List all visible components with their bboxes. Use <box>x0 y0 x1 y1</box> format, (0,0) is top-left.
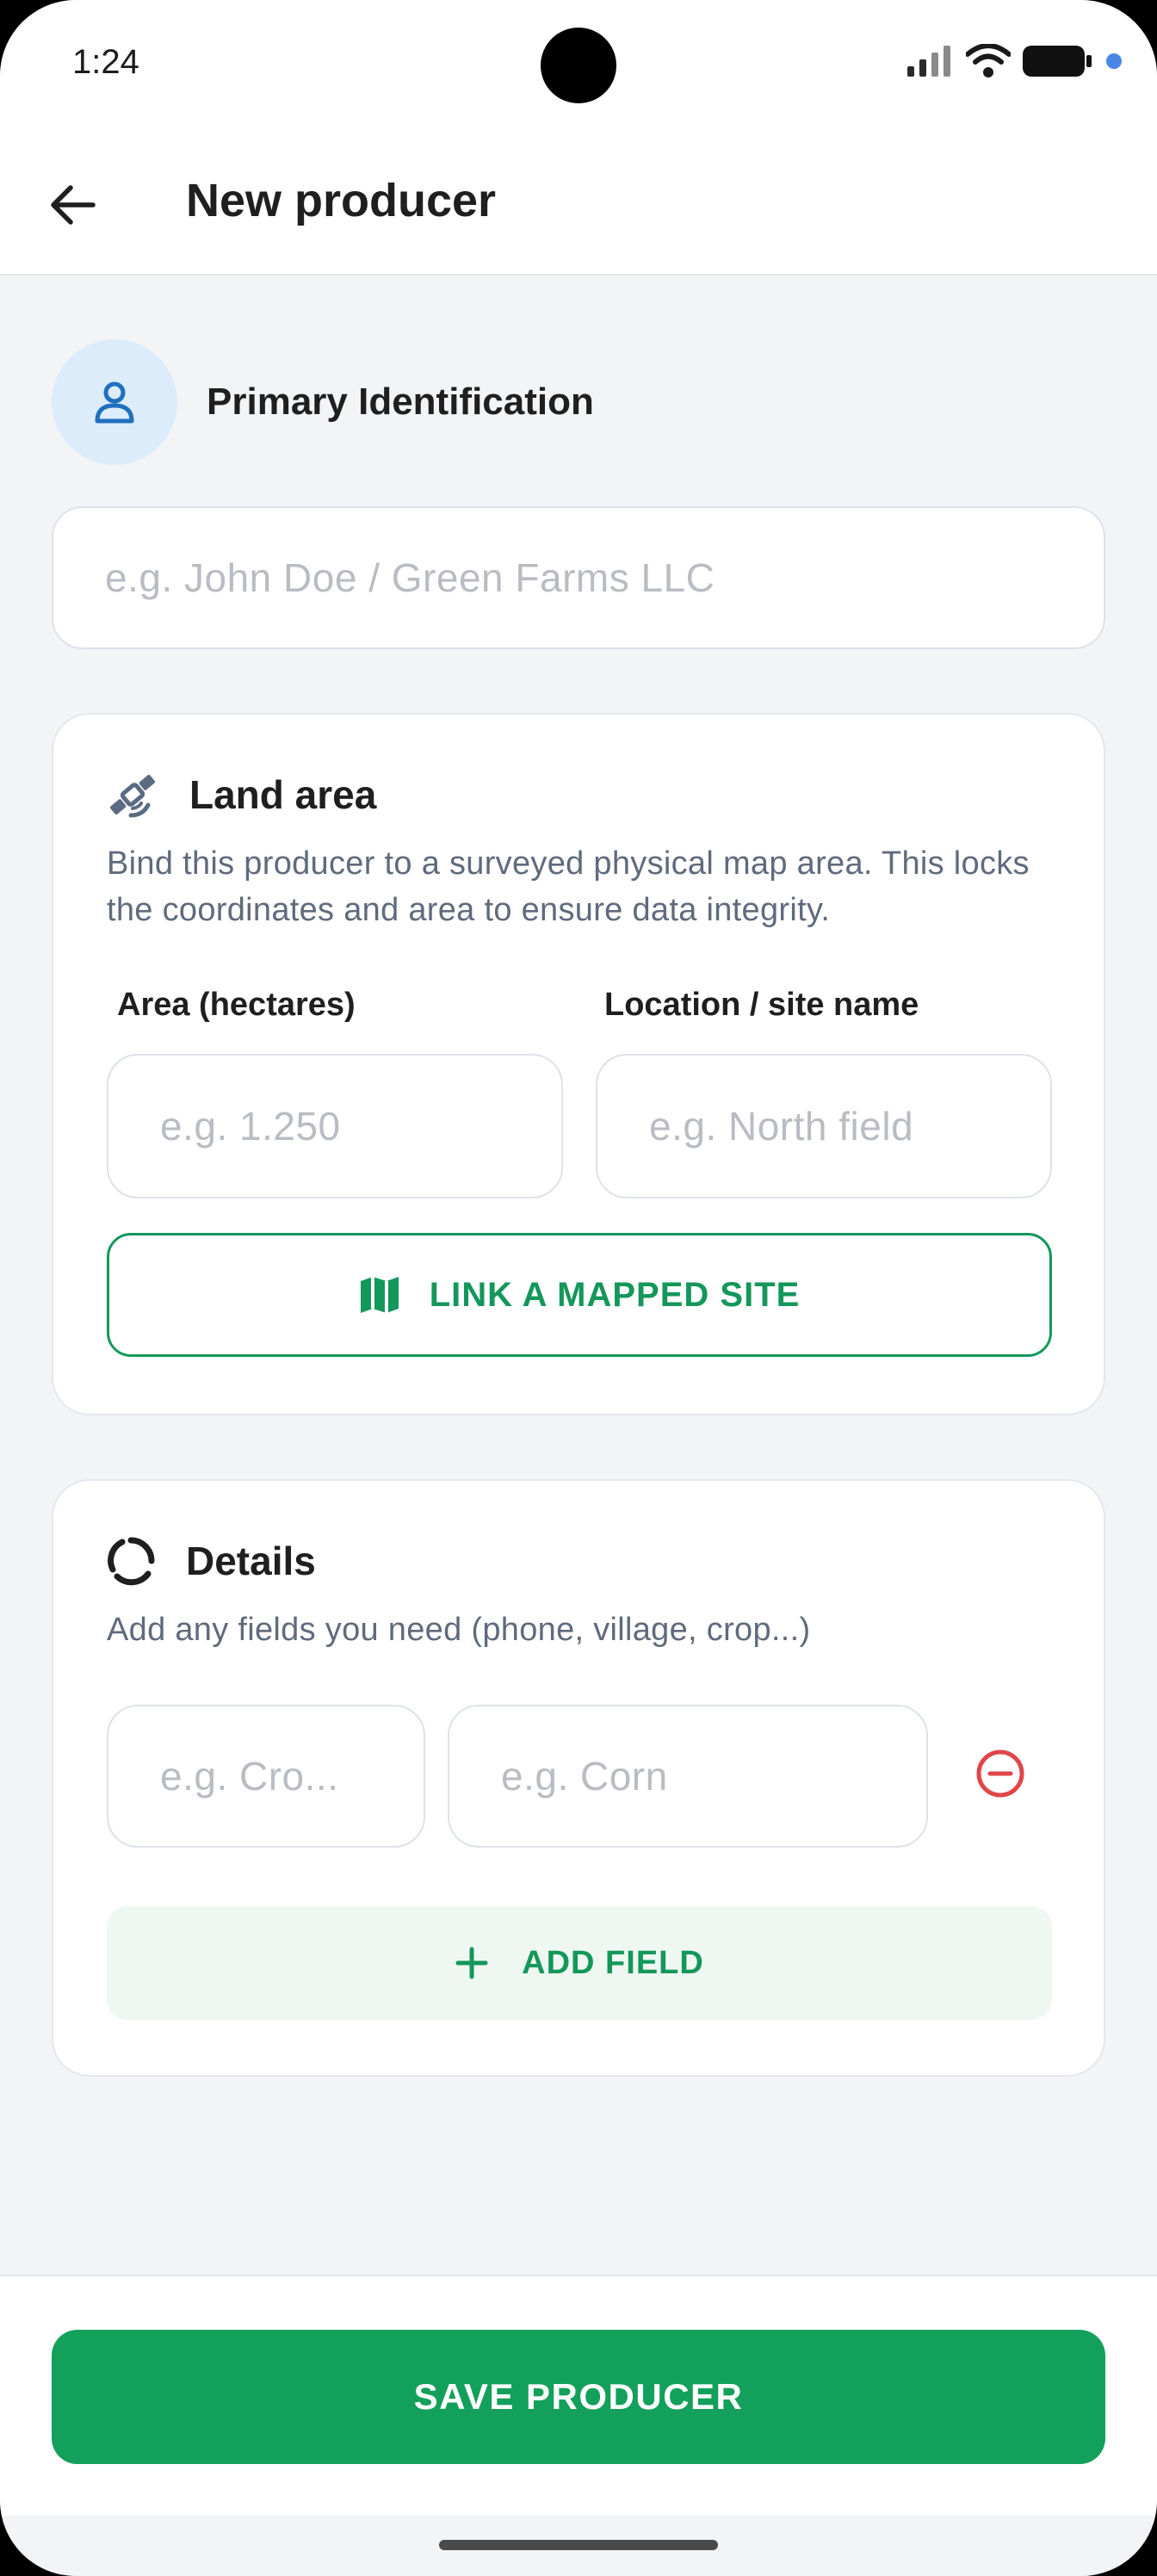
location-input[interactable]: e.g. North field <box>596 1054 1052 1198</box>
details-header: Details <box>105 1531 316 1591</box>
plus-icon <box>455 1946 489 1980</box>
signal-icon <box>907 45 954 81</box>
app-screen: 1:24 New producer Primary Identification… <box>0 0 1157 2576</box>
notification-dot-icon <box>1105 53 1123 74</box>
remove-field-button[interactable] <box>966 1739 1035 1808</box>
status-time: 1:24 <box>72 43 139 81</box>
link-mapped-site-button[interactable]: LINK A MAPPED SITE <box>107 1233 1052 1357</box>
details-card: Details Add any fields you need (phone, … <box>52 1479 1105 2077</box>
home-indicator[interactable] <box>439 2540 718 2550</box>
land-area-description: Bind this producer to a surveyed physica… <box>107 845 1030 928</box>
detail-key-input[interactable]: e.g. Cro... <box>107 1705 425 1848</box>
camera-cutout <box>541 28 616 103</box>
minus-circle-icon <box>976 1749 1024 1798</box>
app-bar: New producer <box>0 129 1157 276</box>
details-description: Add any fields you need (phone, village,… <box>107 1612 811 1648</box>
land-area-card: Land area Bind this producer to a survey… <box>52 713 1105 1415</box>
detail-value-input[interactable]: e.g. Corn <box>448 1705 928 1848</box>
add-field-button[interactable]: ADD FIELD <box>107 1906 1052 2020</box>
arrow-left-icon <box>51 185 96 225</box>
area-input[interactable]: e.g. 1.250 <box>107 1054 563 1198</box>
map-icon <box>359 1276 400 1314</box>
back-button[interactable] <box>40 172 105 238</box>
primary-identification-header: Primary Identification <box>52 339 594 465</box>
add-field-label: ADD FIELD <box>522 1944 704 1981</box>
page-title: New producer <box>186 175 497 226</box>
wifi-icon <box>965 42 1012 83</box>
producer-name-input[interactable]: e.g. John Doe / Green Farms LLC <box>52 506 1105 649</box>
battery-icon <box>1023 44 1093 83</box>
avatar <box>52 339 177 465</box>
status-bar: 1:24 <box>0 0 1157 129</box>
satellite-icon <box>109 774 156 818</box>
section-title: Primary Identification <box>207 381 594 423</box>
card-title: Details <box>186 1539 316 1583</box>
location-label: Location / site name <box>604 987 919 1023</box>
person-icon <box>95 381 134 424</box>
land-area-header: Land area <box>105 765 376 825</box>
progress-ring-icon <box>108 1537 155 1586</box>
card-title: Land area <box>189 772 377 817</box>
bottom-action-bar: SAVE PRODUCER <box>0 2275 1157 2516</box>
save-producer-button[interactable]: SAVE PRODUCER <box>52 2330 1105 2464</box>
link-mapped-site-label: LINK A MAPPED SITE <box>429 1275 801 1314</box>
status-icons <box>907 42 1123 83</box>
area-label: Area (hectares) <box>117 987 356 1023</box>
